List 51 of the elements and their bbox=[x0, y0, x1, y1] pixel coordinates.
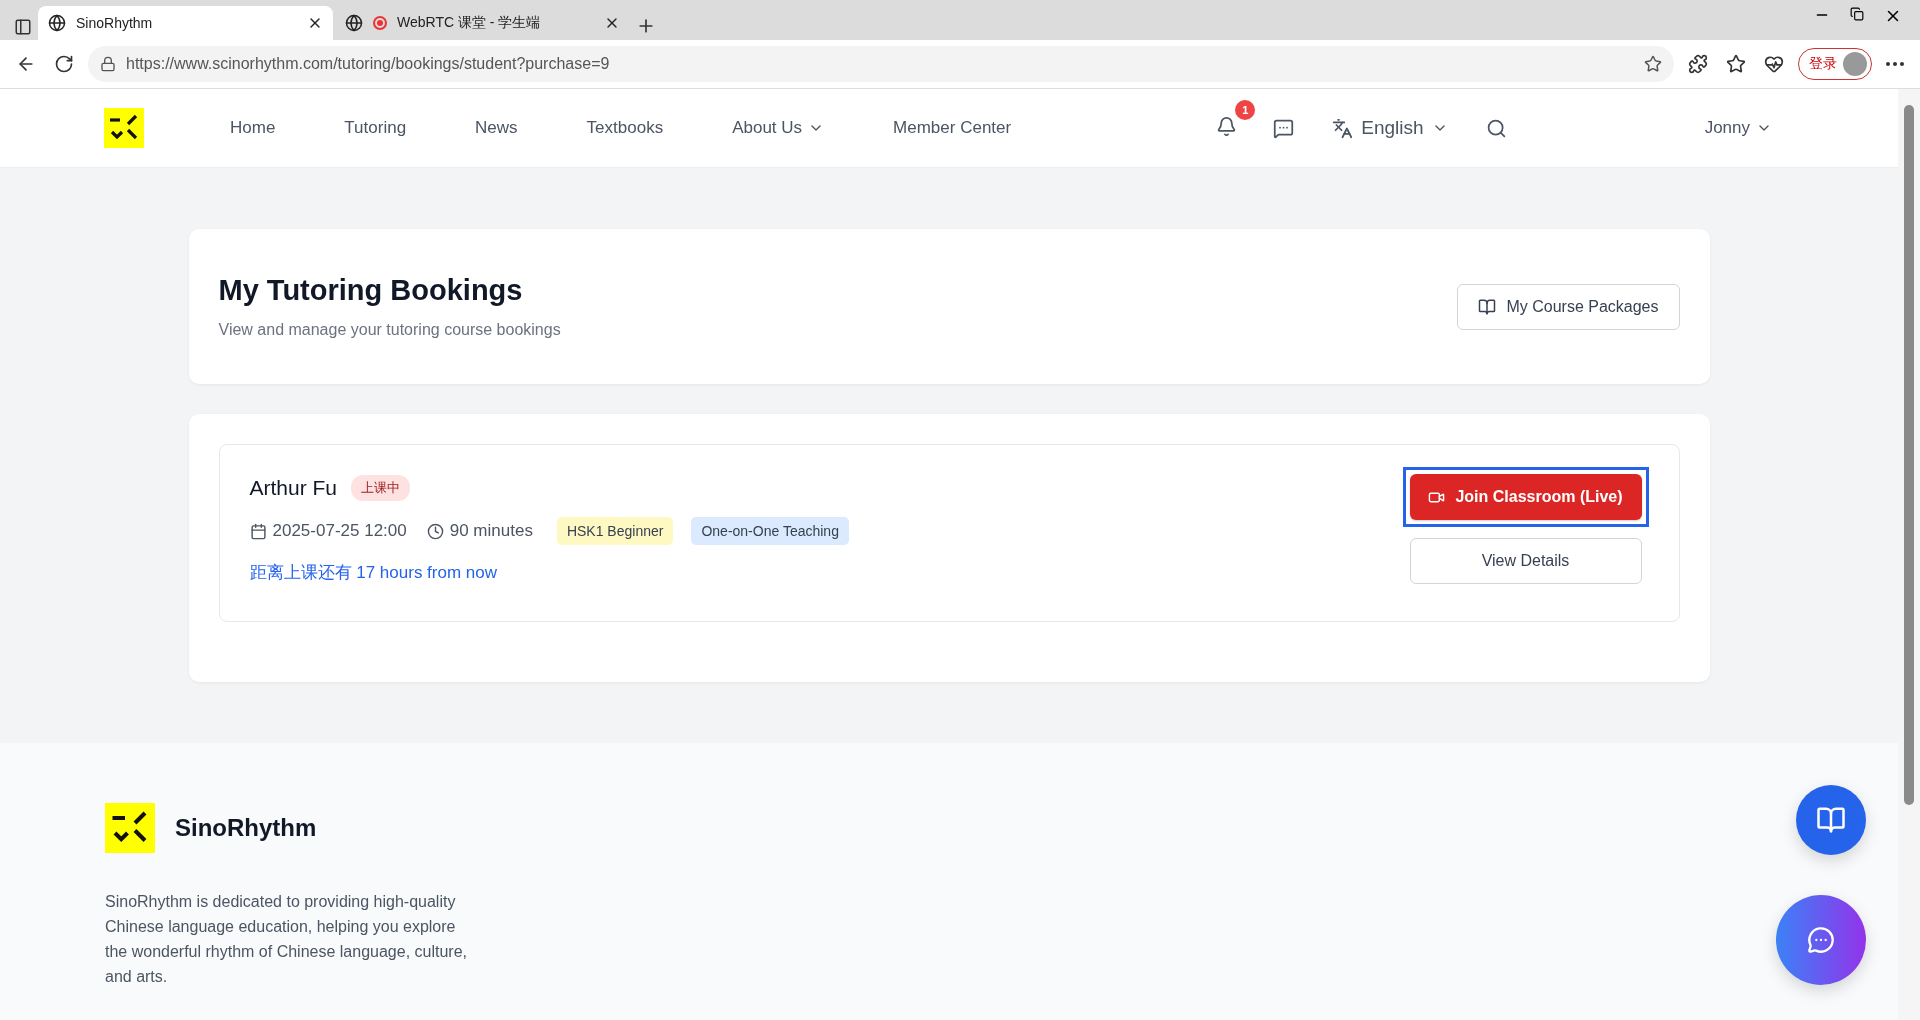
chat-bubble-icon bbox=[1807, 926, 1835, 954]
notification-count: 1 bbox=[1235, 100, 1256, 120]
avatar-icon bbox=[1843, 52, 1867, 76]
recording-icon bbox=[373, 16, 387, 30]
scrollbar[interactable] bbox=[1898, 89, 1920, 1020]
bell-icon bbox=[1216, 116, 1238, 137]
globe-icon bbox=[345, 14, 363, 32]
course-tag: One-on-One Teaching bbox=[691, 517, 849, 545]
book-icon bbox=[1478, 297, 1497, 316]
course-tag: HSK1 Beginner bbox=[556, 517, 674, 545]
footer-logo-icon[interactable] bbox=[105, 803, 155, 853]
nav-link[interactable]: Member Center bbox=[893, 118, 1012, 138]
teacher-name: Arthur Fu bbox=[249, 476, 338, 500]
search-icon bbox=[1485, 117, 1507, 139]
reload-icon bbox=[54, 54, 74, 74]
clock-icon bbox=[426, 522, 444, 540]
address-bar[interactable]: https://www.scinorhythm.com/tutoring/bookings/student?purchase=9 bbox=[88, 46, 1674, 82]
join-classroom-button[interactable]: Join Classroom (Live) bbox=[1409, 474, 1642, 520]
page-subtitle: View and manage your tutoring course bookings bbox=[218, 321, 561, 339]
booking-date: 2025-07-25 12:00 bbox=[272, 521, 407, 541]
browser-tab[interactable]: SinoRhythm bbox=[38, 6, 333, 40]
nav-link[interactable]: About Us bbox=[732, 118, 825, 138]
star-icon[interactable] bbox=[1644, 55, 1662, 73]
footer-brand: SinoRhythm bbox=[175, 814, 317, 842]
view-details-button[interactable]: View Details bbox=[1409, 538, 1642, 584]
globe-icon bbox=[48, 14, 66, 32]
countdown-link[interactable]: 距离上课还有 17 hours from now bbox=[249, 561, 849, 584]
nav-link[interactable]: Home bbox=[230, 118, 276, 138]
status-badge: 上课中 bbox=[351, 475, 411, 501]
language-selector[interactable]: English bbox=[1326, 116, 1454, 140]
more-icon bbox=[1886, 62, 1904, 66]
nav-link[interactable]: Textbooks bbox=[586, 118, 664, 138]
logo-icon[interactable] bbox=[104, 108, 144, 148]
footer-description: SinoRhythm is dedicated to providing high-quality Chinese language education, helping you explore the wonderful rhythm of Chinese language, culture, and arts. bbox=[105, 892, 468, 987]
page-title: My Tutoring Bookings bbox=[218, 274, 524, 307]
puzzle-icon bbox=[1688, 54, 1708, 74]
lock-icon bbox=[100, 56, 116, 72]
course-packages-button[interactable]: My Course Packages bbox=[1457, 283, 1680, 330]
nav-link[interactable]: Tutoring bbox=[344, 118, 407, 138]
booking-duration: 90 minutes bbox=[449, 521, 533, 541]
translate-icon bbox=[1332, 117, 1354, 139]
heart-pulse-icon bbox=[1764, 54, 1784, 74]
book-icon bbox=[1816, 805, 1846, 835]
restore-icon[interactable] bbox=[1850, 7, 1864, 21]
profile-button[interactable]: 登录 bbox=[1798, 48, 1872, 80]
calendar-icon bbox=[249, 522, 267, 540]
browser-tab[interactable]: WebRTC 课堂 - 学生端 bbox=[335, 6, 630, 40]
nav-link[interactable]: News bbox=[475, 118, 518, 138]
star-icon bbox=[1726, 54, 1746, 74]
user-menu[interactable]: Jonny bbox=[1698, 117, 1778, 139]
chat-bubble-icon bbox=[1273, 117, 1295, 139]
